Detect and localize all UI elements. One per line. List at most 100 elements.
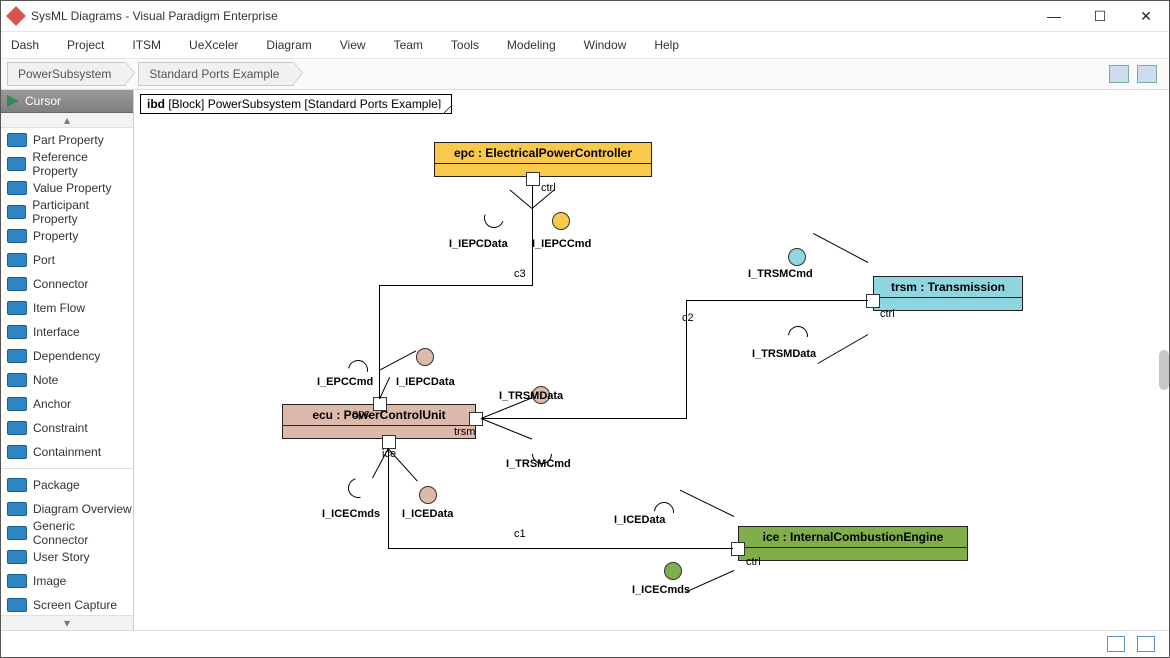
palette-item[interactable]: Package — [1, 468, 133, 497]
user-story-icon — [7, 550, 27, 564]
reference-property-icon — [7, 157, 26, 171]
provided-interface-icon — [664, 562, 682, 580]
interface-label: I_ICECmds — [632, 584, 690, 596]
port-label: trsm — [454, 426, 475, 438]
menu-window[interactable]: Window — [584, 38, 627, 52]
constraint-icon — [7, 421, 27, 435]
block-epc[interactable]: epc : ElectricalPowerController — [434, 142, 652, 177]
palette-item[interactable]: User Story — [1, 545, 133, 569]
interface-label: I_TRSMData — [752, 348, 816, 360]
tool-palette: Cursor ▴ Part Property Reference Propert… — [1, 90, 134, 630]
diagram-canvas[interactable]: ibd [Block] PowerSubsystem [Standard Por… — [134, 90, 1169, 630]
port-ice-ctrl[interactable] — [731, 542, 745, 556]
toolbar-icon[interactable] — [1137, 65, 1157, 83]
frame-label: ibd [Block] PowerSubsystem [Standard Por… — [140, 94, 452, 114]
anchor-icon — [7, 397, 27, 411]
interface-label: I_TRSMCmd — [506, 458, 571, 470]
provided-interface-icon — [419, 486, 437, 504]
package-icon — [7, 478, 27, 492]
palette-cursor[interactable]: Cursor — [1, 90, 133, 113]
containment-icon — [7, 445, 27, 459]
menu-help[interactable]: Help — [654, 38, 679, 52]
interface-label: I_ICECmds — [322, 508, 380, 520]
menu-project[interactable]: Project — [67, 38, 104, 52]
palette-item[interactable]: Part Property — [1, 128, 133, 152]
connector-label: c3 — [514, 268, 526, 280]
port-icon — [7, 253, 27, 267]
menubar: Dash Project ITSM UeXceler Diagram View … — [1, 32, 1169, 59]
diagram-overview-icon — [7, 502, 27, 516]
connector-label: c2 — [682, 312, 694, 324]
required-interface-icon — [784, 322, 812, 350]
property-icon — [7, 229, 27, 243]
menu-dash[interactable]: Dash — [11, 38, 39, 52]
interface-label: I_TRSMData — [499, 390, 563, 402]
interface-label: I_IEPCData — [449, 238, 508, 250]
item-flow-icon — [7, 301, 27, 315]
palette-item[interactable]: Port — [1, 248, 133, 272]
part-property-icon — [7, 133, 27, 147]
interface-label: I_IEPCData — [396, 376, 455, 388]
palette-item[interactable]: Value Property — [1, 176, 133, 200]
palette-item[interactable]: Containment — [1, 440, 133, 464]
palette-item[interactable]: Generic Connector — [1, 521, 133, 545]
palette-item[interactable]: Property — [1, 224, 133, 248]
palette-item[interactable]: Note — [1, 368, 133, 392]
interface-label: I_ICEData — [402, 508, 453, 520]
menu-modeling[interactable]: Modeling — [507, 38, 556, 52]
mail-icon[interactable] — [1107, 636, 1125, 652]
connector-label: c1 — [514, 528, 526, 540]
port-epc-ctrl[interactable] — [526, 172, 540, 186]
generic-connector-icon — [7, 526, 27, 540]
palette-item[interactable]: Dependency — [1, 344, 133, 368]
provided-interface-icon — [416, 348, 434, 366]
menu-team[interactable]: Team — [394, 38, 423, 52]
required-interface-icon — [344, 474, 371, 501]
breadcrumb[interactable]: Standard Ports Example — [138, 62, 294, 86]
required-interface-icon — [481, 205, 508, 232]
palette-item[interactable]: Connector — [1, 272, 133, 296]
toolbar-icon[interactable] — [1109, 65, 1129, 83]
palette-item[interactable]: Constraint — [1, 416, 133, 440]
participant-property-icon — [7, 205, 26, 219]
image-icon — [7, 574, 27, 588]
palette-item[interactable]: Screen Capture — [1, 593, 133, 615]
screen-capture-icon — [7, 598, 27, 612]
block-ice[interactable]: ice : InternalCombustionEngine — [738, 526, 968, 561]
palette-scroll-down[interactable]: ▾ — [1, 615, 133, 630]
value-property-icon — [7, 181, 27, 195]
palette-item[interactable]: Participant Property — [1, 200, 133, 224]
menu-uexceler[interactable]: UeXceler — [189, 38, 238, 52]
menu-itsm[interactable]: ITSM — [132, 38, 161, 52]
maximize-button[interactable]: ☐ — [1077, 1, 1123, 31]
port-trsm-ctrl[interactable] — [866, 294, 880, 308]
interface-label: I_ICEData — [614, 514, 665, 526]
canvas-scrollbar[interactable] — [1159, 350, 1169, 390]
menu-diagram[interactable]: Diagram — [266, 38, 311, 52]
palette-item[interactable]: Reference Property — [1, 152, 133, 176]
palette-item[interactable]: Interface — [1, 320, 133, 344]
note-icon — [7, 373, 27, 387]
port-label: epc — [352, 408, 370, 420]
minimize-button[interactable]: — — [1031, 1, 1077, 31]
port-ecu-ice[interactable] — [382, 435, 396, 449]
palette-item[interactable]: Image — [1, 569, 133, 593]
block-trsm[interactable]: trsm : Transmission — [873, 276, 1023, 311]
provided-interface-icon — [788, 248, 806, 266]
palette-scroll-up[interactable]: ▴ — [1, 113, 133, 128]
breadcrumb[interactable]: PowerSubsystem — [7, 62, 126, 86]
interface-label: I_TRSMCmd — [748, 268, 813, 280]
palette-item[interactable]: Diagram Overview — [1, 497, 133, 521]
breadcrumb-bar: PowerSubsystem Standard Ports Example — [1, 59, 1169, 90]
interface-label: I_EPCCmd — [317, 376, 373, 388]
close-button[interactable]: ✕ — [1123, 1, 1169, 31]
menu-view[interactable]: View — [340, 38, 366, 52]
doc-icon[interactable] — [1137, 636, 1155, 652]
statusbar — [1, 630, 1169, 657]
titlebar: SysML Diagrams - Visual Paradigm Enterpr… — [1, 1, 1169, 32]
interface-icon — [7, 325, 27, 339]
palette-item[interactable]: Anchor — [1, 392, 133, 416]
app-icon — [6, 6, 26, 26]
menu-tools[interactable]: Tools — [451, 38, 479, 52]
palette-item[interactable]: Item Flow — [1, 296, 133, 320]
